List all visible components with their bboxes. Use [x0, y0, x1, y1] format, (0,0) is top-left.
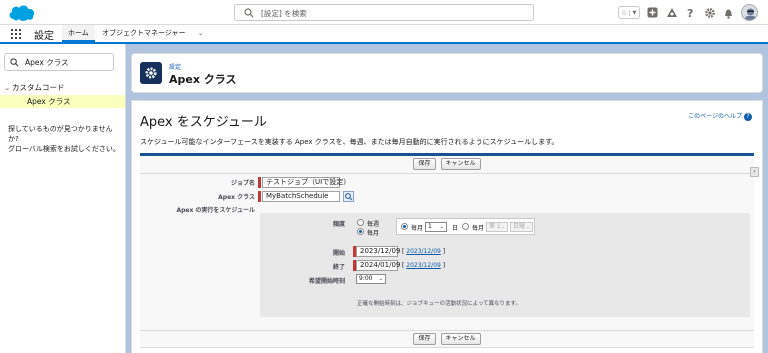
tab-object-manager[interactable]: オブジェクトマネージャー ⌄: [96, 25, 210, 42]
schedule-options-box: 頻度 毎週 毎月 毎月 1 ⌄ 日 毎月 第 1 ⌄ 日曜 ⌄ 開始 2023/12/…: [260, 213, 750, 317]
chevron-down-icon: ⌄: [525, 224, 530, 230]
divider: [140, 173, 754, 174]
tree-item-label: カスタムコード: [12, 83, 65, 92]
start-date-input[interactable]: 2023/12/09: [356, 246, 400, 257]
frequency-label: 頻度: [332, 221, 345, 228]
day-of-month-value: 1: [428, 223, 432, 230]
monthly-nth-radio[interactable]: [462, 223, 469, 230]
quick-find-value: Apex クラス: [25, 58, 69, 67]
monthly-options-box: 毎月 1 ⌄ 日 毎月 第 1 ⌄ 日曜 ⌄: [396, 218, 535, 235]
job-name-input[interactable]: テストジョブ（UIで設定）: [262, 177, 350, 188]
favorites-button[interactable]: ☆ ▼: [618, 6, 640, 19]
chevron-down-icon: ⌄: [378, 276, 383, 282]
help-for-this-page-link[interactable]: このページのヘルプ?: [688, 111, 752, 121]
save-button[interactable]: 保存: [413, 158, 436, 170]
tab-home[interactable]: ホーム: [62, 25, 95, 42]
star-icon: ☆: [620, 8, 628, 17]
app-navigation-bar: 設定 ホーム オブジェクトマネージャー ⌄: [0, 25, 768, 44]
svg-text:?: ?: [687, 7, 693, 19]
monthly-on-day-label: 毎月: [411, 225, 424, 232]
sidebar-help-text: 探しているものが見つかりませんか? グローバル検索をお試しください。: [8, 124, 122, 154]
page-header: 設定 Apex クラス: [131, 53, 763, 93]
main-content: Apex をスケジュール このページのヘルプ? スケジュール可能なインターフェー…: [131, 100, 763, 353]
job-name-label: ジョブ名: [230, 180, 255, 187]
end-today-link-label: 2023/12/09: [406, 262, 441, 269]
app-launcher-icon[interactable]: [11, 29, 21, 39]
schedule-apex-form: 保存 キャンセル ジョブ名 テストジョブ（UIで設定） Apex クラス MyB…: [140, 153, 754, 348]
trailhead-icon[interactable]: [665, 6, 678, 19]
tab-object-manager-label: オブジェクトマネージャー: [102, 29, 186, 37]
chevron-down-icon: ⌄: [439, 224, 444, 230]
setup-gear-icon: [140, 62, 162, 84]
header-utility-icons: ☆ ▼ ?: [618, 4, 758, 21]
help-link-label: このページのヘルプ: [688, 113, 742, 120]
monthly-label: 毎月: [367, 230, 380, 237]
collapse-handle-icon[interactable]: ‹: [750, 167, 759, 177]
weekday-select[interactable]: 日曜 ⌄: [510, 222, 533, 232]
search-icon: [10, 58, 19, 67]
chevron-down-icon: ⌄: [4, 83, 11, 92]
setup-sidebar: Apex クラス ⌄ カスタムコード Apex クラス 探しているものが見つかりま…: [0, 44, 126, 353]
apex-class-input[interactable]: MyBatchSchedule: [262, 191, 340, 202]
gear-icon[interactable]: [703, 6, 716, 19]
global-search-input[interactable]: [設定] を検索: [234, 4, 534, 21]
user-avatar[interactable]: [741, 4, 758, 21]
chevron-down-icon: ▼: [628, 9, 639, 16]
search-placeholder: [設定] を検索: [261, 9, 307, 18]
day-of-month-select[interactable]: 1 ⌄: [425, 222, 447, 232]
app-name: 設定: [34, 31, 54, 42]
tree-item-apex-classes[interactable]: Apex クラス: [0, 95, 125, 108]
end-label: 終了: [332, 264, 345, 271]
monthly-radio[interactable]: [357, 228, 364, 235]
global-header: [設定] を検索 ☆ ▼ ?: [0, 0, 768, 25]
cancel-button[interactable]: キャンセル: [440, 158, 481, 170]
notifications-bell-icon[interactable]: [722, 6, 735, 19]
apex-class-label: Apex クラス: [218, 194, 255, 201]
tree-item-label: Apex クラス: [27, 97, 71, 106]
content-description: スケジュール可能なインターフェースを実装する Apex クラスを、毎週、または毎…: [140, 138, 559, 146]
top-button-row: 保存 キャンセル: [140, 158, 754, 174]
required-marker: [258, 177, 261, 188]
help-icon[interactable]: ?: [684, 6, 697, 19]
preferred-start-time-value: 9:00: [359, 275, 373, 282]
bottom-button-row: 保存 キャンセル: [140, 333, 754, 349]
divider: [140, 330, 754, 331]
start-time-note: 正確な開始時刻は、ジョブキューの活動状況によって異なります。: [357, 301, 522, 307]
save-button[interactable]: 保存: [413, 333, 436, 345]
global-actions-icon[interactable]: [646, 6, 659, 19]
tab-home-label: ホーム: [68, 29, 89, 37]
help-text-line: 探しているものが見つかりませんか?: [8, 125, 113, 143]
start-today-link[interactable]: [ 2023/12/09 ]: [402, 248, 445, 255]
chevron-down-icon[interactable]: ⌄: [198, 29, 204, 37]
page-title: Apex クラス: [169, 73, 237, 86]
preferred-start-time-label: 希望開始時刻: [308, 278, 345, 285]
quick-find-input[interactable]: Apex クラス: [4, 53, 114, 71]
monthly-nth-label: 毎月: [472, 225, 485, 232]
required-marker: [258, 191, 261, 202]
weekly-radio[interactable]: [357, 219, 364, 226]
weekday-value: 日曜: [513, 223, 526, 230]
cancel-button[interactable]: キャンセル: [440, 333, 481, 345]
search-icon: [244, 8, 254, 18]
day-suffix: 日: [452, 225, 459, 232]
content-title: Apex をスケジュール: [140, 115, 267, 130]
end-date-input[interactable]: 2024/01/09: [356, 260, 400, 271]
schedule-label: Apex の実行をスケジュール: [176, 207, 255, 214]
chevron-down-icon: ⌄: [500, 224, 505, 230]
help-question-icon: ?: [744, 113, 752, 121]
salesforce-logo-icon[interactable]: [8, 4, 36, 22]
nth-week-select[interactable]: 第 1 ⌄: [486, 222, 508, 232]
preferred-start-time-select[interactable]: 9:00 ⌄: [356, 274, 386, 284]
start-today-link-label: 2023/12/09: [406, 248, 441, 255]
nth-week-value: 第 1: [489, 223, 501, 230]
end-today-link[interactable]: [ 2023/12/09 ]: [402, 262, 445, 269]
lookup-icon[interactable]: [343, 191, 354, 202]
monthly-on-day-radio[interactable]: [401, 223, 408, 230]
breadcrumb[interactable]: 設定: [169, 62, 181, 71]
tree-item-custom-code[interactable]: ⌄ カスタムコード: [4, 82, 65, 93]
weekly-label: 毎週: [367, 221, 380, 228]
start-label: 開始: [332, 250, 345, 257]
help-text-line: グローバル検索をお試しください。: [8, 145, 120, 153]
